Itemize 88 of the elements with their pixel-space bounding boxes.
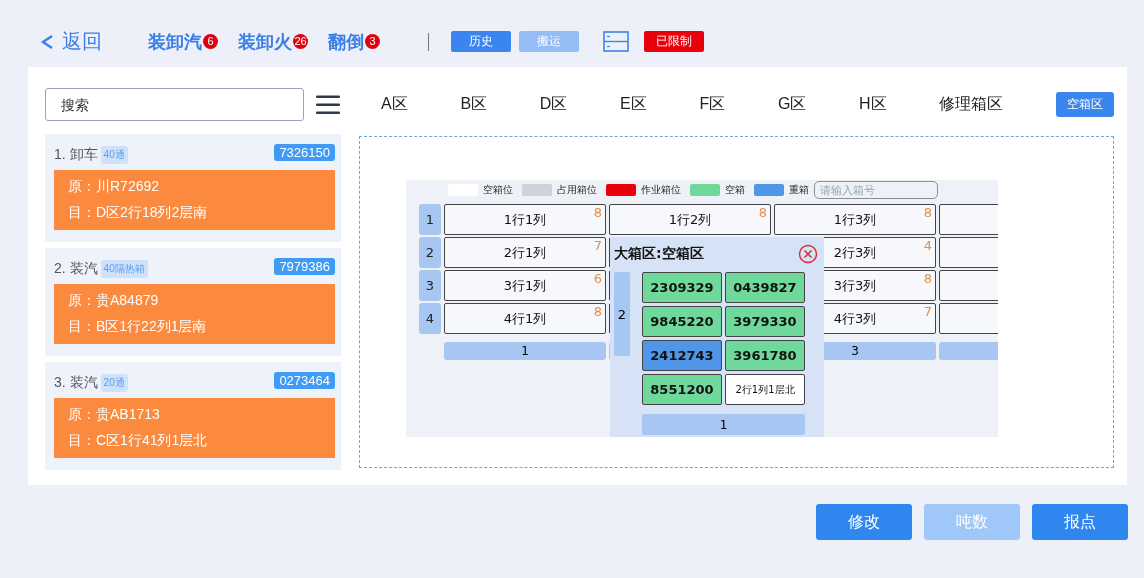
row-label: 2 <box>614 272 630 356</box>
column-label: 1 <box>444 342 606 360</box>
container-box[interactable]: 9845220 <box>642 306 722 337</box>
origin-text: 原：贵A84879 <box>68 292 160 310</box>
slot-label: 1行3列 <box>833 210 877 229</box>
zone-tab[interactable]: F区 <box>699 92 726 117</box>
zone-tab[interactable]: E区 <box>620 92 647 117</box>
count-badge: 3 <box>365 34 380 49</box>
zone-tab[interactable]: G区 <box>777 92 807 117</box>
tab[interactable]: 装卸汽 6 <box>148 29 218 54</box>
container-box[interactable]: 3961780 <box>725 340 805 371</box>
slot-label: 4行3列 <box>833 309 877 328</box>
legend-label: 空箱位 <box>483 183 513 197</box>
yard-slot[interactable]: 1行3列 8 <box>774 204 936 235</box>
legend-label: 占用箱位 <box>557 183 597 197</box>
report-button[interactable]: 报点 <box>1032 504 1128 540</box>
container-type-tag: 40通 <box>100 146 128 164</box>
container-box[interactable]: 2309329 <box>642 272 722 303</box>
slot-label: 1行1列 <box>503 210 547 229</box>
slot-label: 2行1列 <box>503 243 547 262</box>
column-label: 1 <box>642 414 805 435</box>
row-label: 1 <box>419 204 441 235</box>
container-number: 7979386 <box>274 257 335 275</box>
slot-box[interactable]: 2行1列1层北 <box>725 374 805 405</box>
slot-count: 7 <box>923 304 932 319</box>
container-type-tag: 20通 <box>100 374 128 392</box>
container-box[interactable]: 3979330 <box>725 306 805 337</box>
container-box[interactable]: 0439827 <box>725 272 805 303</box>
yard-slot[interactable]: 1行1列 8 <box>444 204 606 235</box>
edit-button[interactable]: 修改 <box>816 504 912 540</box>
container-type-tag: 40隔热箱 <box>100 260 148 278</box>
list-view-button[interactable] <box>603 31 629 52</box>
zone-tab[interactable]: B区 <box>460 92 488 117</box>
container-number: 0273464 <box>274 371 335 389</box>
task-card[interactable]: 1. 卸车 40通 7326150 原：川R72692 目：D区2行18列2层南 <box>45 134 341 242</box>
legend-label: 作业箱位 <box>641 183 681 197</box>
slot-label: 2行3列 <box>833 243 877 262</box>
history-button[interactable]: 历史 <box>451 31 511 52</box>
back-icon <box>40 33 54 50</box>
destination-text: 目：C区1行41列1层北 <box>68 432 209 450</box>
yard-slot[interactable]: 3行1列 6 <box>444 270 606 301</box>
zone-tab[interactable]: D区 <box>539 92 568 117</box>
yard-slot[interactable]: 1行2列 8 <box>609 204 771 235</box>
popup-title: 大箱区:空箱区 <box>614 245 704 263</box>
destination-text: 目：D区2行18列2层南 <box>68 204 209 222</box>
zone-tab[interactable]: A区 <box>381 92 408 117</box>
row-label: 2 <box>419 237 441 268</box>
menu-icon[interactable] <box>316 95 340 114</box>
search-field[interactable]: 搜索 <box>45 88 304 121</box>
row-label: 3 <box>419 270 441 301</box>
task-card[interactable]: 3. 装汽 20通 0273464 原：贵AB1713 目：C区1行41列1层北 <box>45 362 341 470</box>
slot-count: 7 <box>593 238 602 253</box>
slot-count: 8 <box>923 271 932 286</box>
restricted-button[interactable]: 已限制 <box>644 31 704 52</box>
slot-label: 1行2列 <box>668 210 712 229</box>
origin-text: 原：川R72692 <box>68 178 161 196</box>
box-search-field[interactable]: 请输入箱号 <box>814 181 938 199</box>
count-badge: 26 <box>293 34 308 49</box>
container-box[interactable]: 8551200 <box>642 374 722 405</box>
yard-slot[interactable]: 4行1列 8 <box>444 303 606 334</box>
task-title: 1. 卸车 <box>54 146 98 164</box>
task-title: 3. 装汽 <box>54 374 98 392</box>
task-card[interactable]: 2. 装汽 40隔热箱 7979386 原：贵A84879 目：B区1行22列1层南 <box>45 248 341 356</box>
yard-slot[interactable]: 2行1列 7 <box>444 237 606 268</box>
list-view-icon <box>603 31 629 52</box>
slot-count: 8 <box>923 205 932 220</box>
slot-count: 8 <box>593 205 602 220</box>
tab[interactable]: 翻倒 3 <box>328 29 380 54</box>
slot-count: 6 <box>593 271 602 286</box>
container-box[interactable]: 2412743 <box>642 340 722 371</box>
slot-count: 4 <box>923 238 932 253</box>
close-icon[interactable] <box>798 244 818 264</box>
zone-tab[interactable]: 修理箱区 <box>939 92 1004 117</box>
task-title: 2. 装汽 <box>54 260 98 278</box>
zone-tab[interactable]: 空箱区 <box>1056 92 1114 117</box>
legend-label: 空箱 <box>725 183 745 197</box>
slot-label: 3行3列 <box>833 276 877 295</box>
legend-label: 重箱 <box>789 183 809 197</box>
slot-label: 4行1列 <box>503 309 547 328</box>
count-badge: 6 <box>203 34 218 49</box>
row-label: 4 <box>419 303 441 334</box>
slot-count: 8 <box>593 304 602 319</box>
destination-text: 目：B区1行22列1层南 <box>68 318 208 336</box>
slot-count: 8 <box>758 205 767 220</box>
origin-text: 原：贵AB1713 <box>68 406 161 424</box>
container-number: 7326150 <box>274 143 335 161</box>
zone-tab[interactable]: H区 <box>859 92 887 117</box>
slot-label: 3行1列 <box>503 276 547 295</box>
